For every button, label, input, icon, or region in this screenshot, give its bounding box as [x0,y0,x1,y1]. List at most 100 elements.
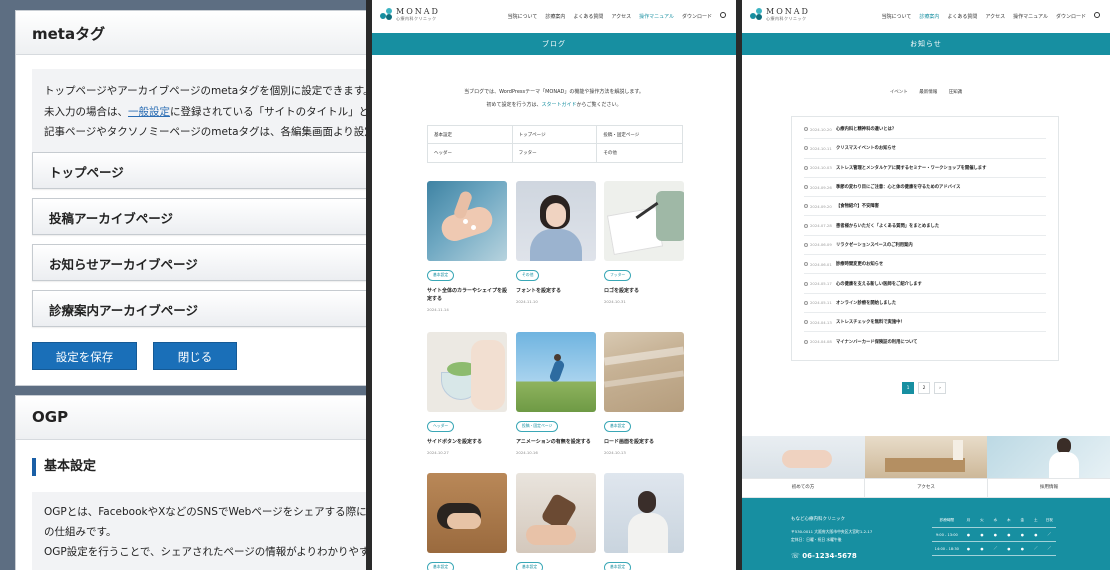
nav-download[interactable]: ダウンロード [1056,13,1086,20]
post-tag[interactable]: 基本設定 [427,561,455,570]
search-icon[interactable] [720,12,726,18]
nav-about[interactable]: 当院について [507,13,537,20]
post-card[interactable]: 基本設定 [604,473,684,570]
post-thumbnail[interactable] [516,332,596,412]
post-card[interactable]: フッター ロゴを設定する 2024.10.31 [604,181,684,304]
post-thumbnail[interactable] [427,181,507,261]
general-settings-link[interactable]: 一般設定 [128,106,170,118]
post-card[interactable]: その他 フォントを設定する 2024.11.10 [516,181,596,304]
tab-event[interactable]: イベント [890,90,908,95]
news-title[interactable]: 【食物紹介】不安障害 [836,203,879,209]
list-item[interactable]: 2024.06.09 リラクゼーションスペースのご利用案内 [804,236,1046,256]
post-thumbnail[interactable] [604,181,684,261]
page-1-button[interactable]: 1 [902,382,914,394]
accordion-clinic-archive[interactable]: 診療案内アーカイブページ [32,290,371,327]
nav-faq[interactable]: よくある質問 [573,13,603,20]
category-link[interactable]: 基本設定 [428,126,513,144]
list-item[interactable]: 2024.09.26 季節の変わり目にご注意：心と体の健康を守るためのアドバイス [804,178,1046,198]
list-item[interactable]: 2024.10.20 心療内科と精神科の違いとは？ [804,120,1046,140]
post-tag[interactable]: その他 [516,269,540,281]
next-page-button[interactable]: › [934,382,946,394]
list-item[interactable]: 2024.10.11 クリスマスイベントのお知らせ [804,139,1046,159]
nurse-photo[interactable] [987,436,1110,478]
post-card[interactable]: ヘッダー サイドボタンを設定する 2024.10.27 [427,332,507,455]
post-title[interactable]: サイドボタンを設定する [427,438,507,446]
nav-manual[interactable]: 操作マニュアル [639,13,674,20]
post-tag[interactable]: 投稿・固定ページ [516,420,559,432]
start-guide-link[interactable]: スタートガイド [541,102,576,108]
site-logo[interactable]: MONAD 心療内科クリニック [380,8,440,22]
post-title[interactable]: フォントを設定する [516,287,596,295]
nav-download[interactable]: ダウンロード [682,13,712,20]
tab-latest[interactable]: 最新情報 [919,90,937,95]
recruit-link[interactable]: 採用情報 [988,479,1110,497]
post-thumbnail[interactable] [604,473,684,553]
post-card[interactable]: 基本設定 [516,473,596,570]
news-title[interactable]: 季節の変わり目にご注意：心と体の健康を守るためのアドバイス [836,184,960,190]
news-title[interactable]: ストレスチェックを無料で実施中！ [836,319,905,325]
category-link[interactable]: ヘッダー [428,144,513,162]
post-card[interactable]: 投稿・固定ページ アニメーションの有無を設定する 2024.10.16 [516,332,596,455]
post-tag[interactable]: フッター [604,269,632,281]
nav-about[interactable]: 当院について [881,13,911,20]
search-icon[interactable] [1094,12,1100,18]
post-thumbnail[interactable] [604,332,684,412]
list-item[interactable]: 2024.07.28 患者様からいただく「よくある質問」をまとめました [804,216,1046,236]
accordion-top-page[interactable]: トップページ [32,152,371,189]
post-tag[interactable]: 基本設定 [604,561,632,570]
category-link[interactable]: 投稿・固定ページ [597,126,682,144]
post-thumbnail[interactable] [427,332,507,412]
post-tag[interactable]: 基本設定 [604,420,632,432]
news-title[interactable]: クリスマスイベントのお知らせ [836,145,896,151]
hands-photo[interactable] [742,436,865,478]
post-tag[interactable]: ヘッダー [427,420,455,432]
accordion-post-archive[interactable]: 投稿アーカイブページ [32,198,371,235]
accordion-news-archive[interactable]: お知らせアーカイブページ [32,244,371,281]
first-visit-link[interactable]: 初めての方 [742,479,865,497]
tab-knowledge[interactable]: 圧知識 [949,90,963,95]
category-link[interactable]: フッター [513,144,598,162]
news-title[interactable]: オンライン診療を開始しました [836,300,896,306]
post-card[interactable]: 基本設定 [427,473,507,570]
post-tag[interactable]: 基本設定 [427,269,455,281]
post-thumbnail[interactable] [427,473,507,553]
news-title[interactable]: 患者様からいただく「よくある質問」をまとめました [836,223,939,229]
post-title[interactable]: アニメーションの有無を設定する [516,438,596,446]
post-card[interactable]: 基本設定 サイト全体のカラーやシェイプを設定する 2024.11.14 [427,181,507,312]
site-logo[interactable]: MONAD 心療内科クリニック [750,8,810,22]
nav-clinic[interactable]: 診療案内 [919,13,939,20]
news-title[interactable]: マイナンバーカード保険証の利用について [836,339,917,345]
list-item[interactable]: 2024.10.03 ストレス管理とメンタルケアに関するセミナー・ワークショップを… [804,159,1046,178]
nav-faq[interactable]: よくある質問 [947,13,977,20]
reception-photo[interactable] [864,436,988,478]
close-button[interactable]: 閉じる [153,342,237,370]
category-link[interactable]: トップページ [512,126,598,144]
news-title[interactable]: 心の健康を支える新しい医師をご紹介します [836,281,922,287]
page-2-button[interactable]: 2 [918,382,930,394]
nav-clinic[interactable]: 診療案内 [545,13,565,20]
post-tag[interactable]: 基本設定 [516,561,544,570]
phone-number[interactable]: ☏ 06-1234-5678 [791,552,857,560]
post-title[interactable]: サイト全体のカラーやシェイプを設定する [427,287,507,303]
list-item[interactable]: 2024.04.13 ストレスチェックを無料で実施中！ [804,313,1046,333]
list-item[interactable]: 2024.09.20 【食物紹介】不安障害 [804,197,1046,217]
post-card[interactable]: 基本設定 ロード画面を設定する 2024.10.13 [604,332,684,455]
post-thumbnail[interactable] [516,473,596,553]
list-item[interactable]: 2024.06.01 診療時間変更のお知らせ [804,255,1046,275]
news-title[interactable]: 診療時間変更のお知らせ [836,261,883,267]
list-item[interactable]: 2024.04.08 マイナンバーカード保険証の利用について [804,332,1046,351]
post-title[interactable]: ロード画面を設定する [604,438,684,446]
nav-access[interactable]: アクセス [611,13,631,20]
access-link[interactable]: アクセス [865,479,988,497]
news-title[interactable]: 心療内科と精神科の違いとは？ [836,126,896,132]
nav-access[interactable]: アクセス [985,13,1005,20]
nav-manual[interactable]: 操作マニュアル [1013,13,1048,20]
list-item[interactable]: 2024.05.17 心の健康を支える新しい医師をご紹介します [804,274,1046,294]
save-settings-button[interactable]: 設定を保存 [32,342,137,370]
list-item[interactable]: 2024.05.11 オンライン診療を開始しました [804,294,1046,313]
news-title[interactable]: リラクゼーションスペースのご利用案内 [836,242,913,248]
post-thumbnail[interactable] [516,181,596,261]
category-link[interactable]: その他 [597,144,682,162]
news-title[interactable]: ストレス管理とメンタルケアに関するセミナー・ワークショップを開催します [836,165,986,171]
post-title[interactable]: ロゴを設定する [604,287,684,295]
